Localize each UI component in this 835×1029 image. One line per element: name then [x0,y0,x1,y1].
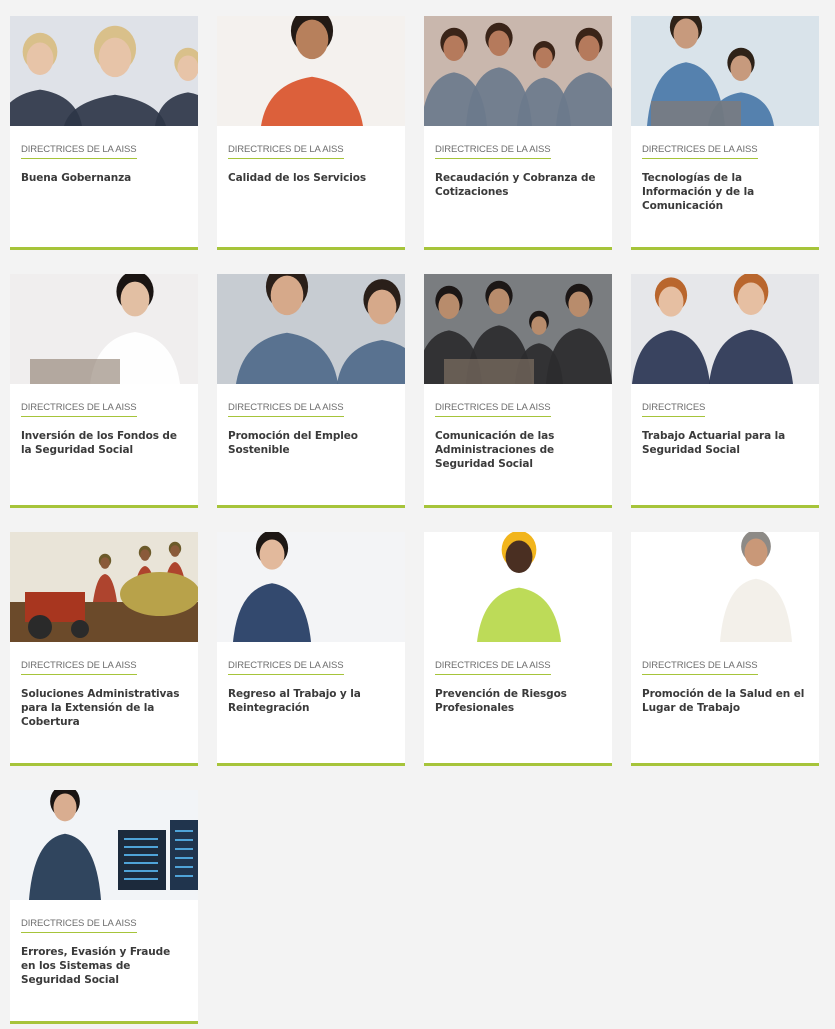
actuaries-tablet-photo[interactable] [631,274,819,384]
card-body: DIRECTRICES DE LA AISS Prevención de Ries… [424,642,612,715]
guideline-card-promocion-de-la-salud-en-el-lugar-de-trabajo[interactable]: DIRECTRICES DE LA AISS Promoción de la Sa… [631,532,819,766]
guideline-card-buena-gobernanza[interactable]: DIRECTRICES DE LA AISS Buena Gobernanza [10,16,198,250]
card-category-tag: DIRECTRICES DE LA AISS [642,144,758,159]
card-title[interactable]: Regreso al Trabajo y la Reintegración [228,687,394,715]
card-body: DIRECTRICES DE LA AISS Regreso al Trabajo… [217,642,405,715]
card-title[interactable]: Calidad de los Servicios [228,171,394,185]
guideline-card-tecnologias-de-la-informacion-y-de-la-comunicacion[interactable]: DIRECTRICES DE LA AISS Tecnologías de la … [631,16,819,250]
guideline-card-promocion-del-empleo-sostenible[interactable]: DIRECTRICES DE LA AISS Promoción del Empl… [217,274,405,508]
card-title[interactable]: Soluciones Administrativas para la Exten… [21,687,187,729]
data-monitors-photo[interactable] [10,790,198,900]
card-title[interactable]: Comunicación de las Administraciones de … [435,429,601,471]
card-title[interactable]: Buena Gobernanza [21,171,187,185]
card-category-tag: DIRECTRICES [642,402,705,417]
business-people-meeting-photo[interactable] [10,16,198,126]
card-body: DIRECTRICES DE LA AISS Inversión de los F… [10,384,198,457]
card-body: DIRECTRICES DE LA AISS Recaudación y Cobr… [424,126,612,199]
job-interview-photo[interactable] [217,274,405,384]
card-body: DIRECTRICES DE LA AISS Soluciones Adminis… [10,642,198,729]
guideline-card-trabajo-actuarial-para-la-seguridad-social[interactable]: DIRECTRICES Trabajo Actuarial para la Seg… [631,274,819,508]
card-title[interactable]: Tecnologías de la Información y de la Co… [642,171,808,213]
card-title[interactable]: Errores, Evasión y Fraude en los Sistema… [21,945,187,987]
card-title[interactable]: Promoción del Empleo Sostenible [228,429,394,457]
card-body: DIRECTRICES DE LA AISS Buena Gobernanza [10,126,198,185]
card-body: DIRECTRICES DE LA AISS Comunicación de la… [424,384,612,471]
card-category-tag: DIRECTRICES DE LA AISS [435,144,551,159]
card-category-tag: DIRECTRICES DE LA AISS [642,660,758,675]
card-body: DIRECTRICES DE LA AISS Errores, Evasión y… [10,900,198,987]
card-category-tag: DIRECTRICES DE LA AISS [435,402,551,417]
guideline-card-soluciones-administrativas-para-la-extension-de-la-cobertura[interactable]: DIRECTRICES DE LA AISS Soluciones Adminis… [10,532,198,766]
guideline-card-errores-evasion-y-fraude-en-los-sistemas-de-seguridad-social[interactable]: DIRECTRICES DE LA AISS Errores, Evasión y… [10,790,198,1024]
card-title[interactable]: Trabajo Actuarial para la Seguridad Soci… [642,429,808,457]
guideline-card-comunicacion-de-las-administraciones-de-seguridad-social[interactable]: DIRECTRICES DE LA AISS Comunicación de la… [424,274,612,508]
guideline-card-regreso-al-trabajo-y-la-reintegracion[interactable]: DIRECTRICES DE LA AISS Regreso al Trabajo… [217,532,405,766]
guideline-card-calidad-de-los-servicios[interactable]: DIRECTRICES DE LA AISS Calidad de los Ser… [217,16,405,250]
card-category-tag: DIRECTRICES DE LA AISS [228,660,344,675]
family-laptop-photo[interactable] [424,274,612,384]
card-category-tag: DIRECTRICES DE LA AISS [21,918,137,933]
card-body: DIRECTRICES DE LA AISS Promoción del Empl… [217,384,405,457]
card-category-tag: DIRECTRICES DE LA AISS [21,402,137,417]
tai-chi-man-photo[interactable] [631,532,819,642]
office-computer-photo[interactable] [631,16,819,126]
card-category-tag: DIRECTRICES DE LA AISS [228,144,344,159]
card-body: DIRECTRICES DE LA AISS Calidad de los Ser… [217,126,405,185]
woman-with-phone-photo[interactable] [217,16,405,126]
woman-tablet-photo[interactable] [217,532,405,642]
card-category-tag: DIRECTRICES DE LA AISS [435,660,551,675]
card-body: DIRECTRICES DE LA AISS Promoción de la Sa… [631,642,819,715]
guideline-card-recaudacion-y-cobranza-de-cotizaciones[interactable]: DIRECTRICES DE LA AISS Recaudación y Cobr… [424,16,612,250]
card-body: DIRECTRICES Trabajo Actuarial para la Seg… [631,384,819,457]
guideline-card-prevencion-de-riesgos-profesionales[interactable]: DIRECTRICES DE LA AISS Prevención de Ries… [424,532,612,766]
card-title[interactable]: Recaudación y Cobranza de Cotizaciones [435,171,601,199]
card-category-tag: DIRECTRICES DE LA AISS [228,402,344,417]
card-title[interactable]: Inversión de los Fondos de la Seguridad … [21,429,187,457]
card-category-tag: DIRECTRICES DE LA AISS [21,660,137,675]
guidelines-grid: DIRECTRICES DE LA AISS Buena Gobernanza DI… [10,16,820,1024]
farm-tractor-photo[interactable] [10,532,198,642]
card-body: DIRECTRICES DE LA AISS Tecnologías de la … [631,126,819,213]
card-category-tag: DIRECTRICES DE LA AISS [21,144,137,159]
guideline-card-inversion-de-los-fondos-de-la-seguridad-social[interactable]: DIRECTRICES DE LA AISS Inversión de los F… [10,274,198,508]
card-title[interactable]: Prevención de Riesgos Profesionales [435,687,601,715]
card-title[interactable]: Promoción de la Salud en el Lugar de Tra… [642,687,808,715]
construction-worker-photo[interactable] [424,532,612,642]
family-at-table-photo[interactable] [424,16,612,126]
woman-laptop-photo[interactable] [10,274,198,384]
